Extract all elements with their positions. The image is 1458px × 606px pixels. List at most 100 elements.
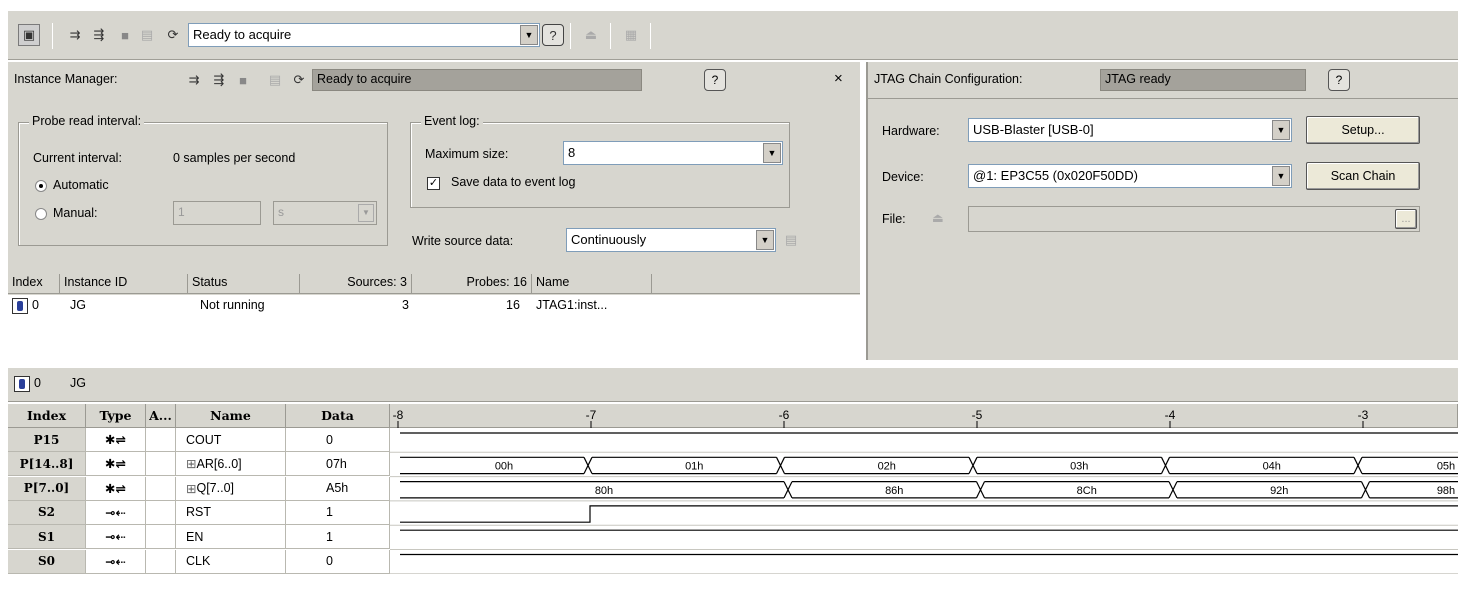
col-probes[interactable]: Probes: 16 [412, 274, 532, 293]
timeline-tick-label: -7 [586, 408, 597, 422]
source-icon: ⊸⇠ [86, 500, 146, 525]
signal-name[interactable]: ⊞ AR[6..0] [176, 452, 286, 477]
timeline-header: -8 -7 -6 -5 -4 -3 [390, 404, 1458, 428]
col-name[interactable]: Name [532, 274, 652, 293]
instance-table-body: 0 JG Not running 3 16 JTAG1:inst... [8, 295, 860, 360]
read-source-icon[interactable]: ▤ [136, 24, 158, 46]
refresh-icon[interactable]: ⟳ [288, 69, 310, 91]
automatic-radio[interactable] [35, 180, 47, 192]
hardware-select[interactable]: USB-Blaster [USB-0] ▼ [968, 118, 1292, 142]
col-status[interactable]: Status [188, 274, 300, 293]
instance-icon [14, 376, 30, 392]
manual-label: Manual: [53, 206, 98, 220]
manual-interval-input[interactable]: 1 [173, 201, 261, 225]
chevron-down-icon[interactable]: ▼ [756, 230, 774, 250]
instance-table-header: Index Instance ID Status Sources: 3 Prob… [8, 274, 860, 294]
signal-name[interactable]: EN [176, 525, 286, 550]
write-source-select[interactable]: Continuously ▼ [566, 228, 776, 252]
expand-icon[interactable]: ⊞ [186, 456, 196, 471]
chevron-down-icon[interactable]: ▼ [1272, 120, 1290, 140]
col-index[interactable]: Index [8, 274, 60, 293]
chevron-down-icon[interactable]: ▼ [1272, 166, 1290, 186]
continuous-run-icon[interactable]: ⇶ [88, 24, 110, 46]
row-status: Not running [200, 298, 265, 312]
bus-value-label: 01h [685, 460, 703, 472]
continuous-run-icon[interactable]: ⇶ [208, 69, 230, 91]
chevron-down-icon[interactable]: ▼ [763, 143, 781, 163]
signal-name[interactable]: RST [176, 500, 286, 525]
signal-waveform-line [400, 505, 1458, 523]
event-log-group: Event log: Maximum size: 8 ▼ ✓ Save data… [410, 114, 790, 208]
toolbar-separator [650, 23, 651, 49]
jtag-chain-panel: JTAG Chain Configuration: JTAG ready ? H… [866, 62, 1458, 360]
signal-name-label: CLK [186, 554, 211, 568]
memory-icon[interactable]: ▦ [620, 24, 642, 46]
save-event-log-checkbox[interactable]: ✓ [427, 177, 440, 190]
bus-value-label: 92h [1270, 485, 1288, 497]
signal-index[interactable]: P15 [8, 428, 86, 452]
program-device-icon[interactable]: ⏏ [932, 210, 944, 225]
signal-data-value: 1 [286, 500, 390, 525]
status-combo[interactable]: Ready to acquire ▼ [188, 23, 540, 47]
maximum-size-select[interactable]: 8 ▼ [563, 141, 783, 165]
signal-name[interactable]: COUT [176, 428, 286, 452]
signal-name-label: COUT [186, 432, 222, 447]
bus-value-label: 03h [1070, 460, 1088, 472]
stop-icon[interactable]: ■ [114, 24, 136, 46]
probe-bus-icon: ✱⇌ [86, 476, 146, 501]
table-row[interactable]: 0 JG Not running 3 16 JTAG1:inst... [8, 295, 860, 317]
bus-value-label: 02h [878, 460, 896, 472]
scan-chain-button[interactable]: Scan Chain [1306, 162, 1420, 190]
device-select[interactable]: @1: EP3C55 (0x020F50DD) ▼ [968, 164, 1292, 188]
bus-value-label: 05h [1437, 460, 1455, 472]
probe-bus-icon: ✱⇌ [86, 452, 146, 477]
col-data[interactable]: Data [286, 404, 390, 428]
col-alias[interactable]: A... [146, 404, 176, 428]
write-source-icon[interactable]: ▤ [780, 229, 802, 251]
refresh-icon[interactable]: ⟳ [162, 24, 184, 46]
stop-icon[interactable]: ■ [232, 69, 254, 91]
signal-index[interactable]: S0 [8, 549, 86, 574]
run-once-icon[interactable]: ⇉ [183, 69, 205, 91]
timeline-tick-label: -4 [1165, 408, 1176, 422]
waveform-instance-name: JG [70, 376, 86, 390]
signal-index[interactable]: P[14..8] [8, 452, 86, 477]
help-icon[interactable]: ? [1328, 69, 1350, 91]
col-index[interactable]: Index [8, 404, 86, 428]
bus-value-label: 86h [885, 485, 903, 497]
timeline-ruler: -8 -7 -6 -5 -4 -3 [393, 408, 1369, 428]
instance-icon [12, 298, 28, 314]
setup-button[interactable]: Setup... [1306, 116, 1420, 144]
signal-alias [146, 476, 176, 501]
col-instance-id[interactable]: Instance ID [60, 274, 188, 293]
program-device-icon[interactable]: ⏏ [580, 24, 602, 46]
col-sources[interactable]: Sources: 3 [300, 274, 412, 293]
signal-data-value: 0 [286, 428, 390, 452]
main-toolbar: ▣ ⇉ ⇶ ■ ▤ ⟳ Ready to acquire ▼ ? ⏏ ▦ [8, 10, 1458, 60]
chevron-down-icon[interactable]: ▼ [520, 25, 538, 45]
instance-manager-icon[interactable]: ▣ [18, 24, 40, 46]
signal-index[interactable]: S1 [8, 525, 86, 550]
instance-status-box: Ready to acquire [312, 69, 642, 91]
signal-name[interactable]: ⊞ Q[7..0] [176, 476, 286, 501]
signal-index[interactable]: P[7..0] [8, 476, 86, 501]
bus-value-label: 98h [1437, 485, 1455, 497]
file-label: File: [882, 212, 906, 226]
toolbar-separator [52, 23, 53, 49]
signal-index[interactable]: S2 [8, 500, 86, 525]
manual-radio[interactable] [35, 208, 47, 220]
col-name[interactable]: Name [176, 404, 286, 428]
browse-button[interactable]: ... [1395, 209, 1417, 229]
manual-unit-select[interactable]: s ▼ [273, 201, 377, 225]
read-source-icon[interactable]: ▤ [264, 69, 286, 91]
expand-icon[interactable]: ⊞ [186, 481, 196, 496]
col-type[interactable]: Type [86, 404, 146, 428]
help-icon[interactable]: ? [704, 69, 726, 91]
timeline-tick-label: -3 [1358, 408, 1369, 422]
event-log-title: Event log: [421, 114, 483, 128]
help-icon[interactable]: ? [542, 24, 564, 46]
file-input[interactable]: ... [968, 206, 1420, 232]
close-icon[interactable]: × [834, 70, 843, 87]
signal-name[interactable]: CLK [176, 549, 286, 574]
run-once-icon[interactable]: ⇉ [64, 24, 86, 46]
